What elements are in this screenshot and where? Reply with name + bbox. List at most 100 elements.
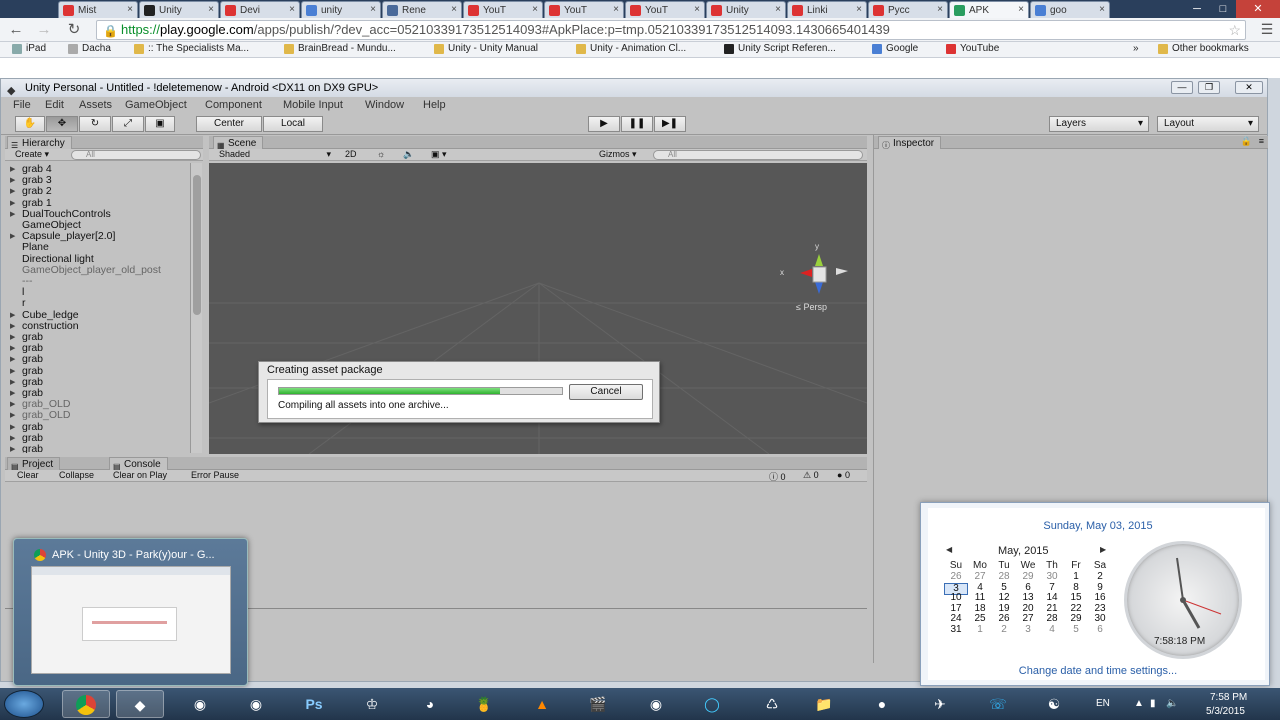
calendar-day[interactable]: 7: [1040, 582, 1064, 593]
calendar-day[interactable]: 6: [1016, 582, 1040, 593]
pivot-local-toggle[interactable]: Local: [263, 116, 323, 132]
calendar-day[interactable]: 31: [944, 625, 968, 635]
hierarchy-item[interactable]: r: [6, 298, 189, 309]
more-bookmarks-button[interactable]: »: [1133, 43, 1139, 54]
expand-arrow-icon[interactable]: ▶: [10, 354, 15, 365]
browser-tab[interactable]: Devi ×: [220, 1, 300, 18]
calendar-day[interactable]: 3: [1016, 625, 1040, 635]
scene-search-input[interactable]: All: [653, 150, 863, 160]
browser-tab[interactable]: Unity ×: [139, 1, 219, 18]
tab-close-icon[interactable]: ×: [613, 4, 619, 15]
expand-arrow-icon[interactable]: ▶: [10, 388, 15, 399]
bookmark-item[interactable]: Unity - Unity Manual: [434, 43, 538, 54]
taskbar-chrome-icon[interactable]: [62, 690, 110, 718]
expand-arrow-icon[interactable]: ▶: [10, 399, 15, 410]
calendar-day[interactable]: 11: [968, 593, 992, 603]
calendar-day[interactable]: 13: [1016, 593, 1040, 603]
hierarchy-scrollbar[interactable]: [190, 163, 202, 453]
effects-icon[interactable]: ▣ ▾: [431, 149, 447, 160]
bookmark-item[interactable]: YouTube: [946, 43, 999, 54]
browser-tab[interactable]: unity ×: [301, 1, 381, 18]
tab-close-icon[interactable]: ×: [370, 4, 376, 15]
hierarchy-item[interactable]: Directional light: [6, 253, 189, 265]
url-input[interactable]: 🔒 https://play.google.com/apps/publish/?…: [96, 20, 1246, 40]
taskbar-app-icon[interactable]: ♺: [748, 690, 796, 718]
shading-dropdown[interactable]: Shaded ▾: [219, 149, 331, 159]
expand-arrow-icon[interactable]: ▶: [10, 231, 15, 242]
console-collapse-button[interactable]: Collapse: [59, 470, 94, 480]
expand-arrow-icon[interactable]: ▶: [10, 209, 15, 220]
calendar-day[interactable]: 14: [1040, 593, 1064, 603]
audio-icon[interactable]: 🔈: [403, 149, 414, 160]
tab-project[interactable]: ▤ Project: [7, 457, 61, 471]
taskbar-skype-icon[interactable]: ☏: [974, 690, 1022, 718]
calendar-day[interactable]: 12: [992, 593, 1016, 603]
hand-tool-icon[interactable]: ✋: [15, 116, 45, 132]
language-indicator[interactable]: EN: [1096, 698, 1110, 709]
hierarchy-item[interactable]: ▶ grab 1: [6, 197, 189, 209]
hierarchy-item[interactable]: GameObject_player_old_post: [6, 264, 189, 276]
calendar-day[interactable]: 4: [1040, 625, 1064, 635]
bookmark-item[interactable]: :: The Specialists Ma...: [134, 43, 249, 54]
expand-arrow-icon[interactable]: ▶: [10, 198, 15, 209]
menu-assets[interactable]: Assets: [79, 97, 112, 113]
taskbar-app-icon[interactable]: ✈: [916, 690, 964, 718]
reload-icon[interactable]: ↻: [64, 20, 84, 40]
tray-date[interactable]: 5/3/2015: [1206, 706, 1245, 717]
menu-gameobject[interactable]: GameObject: [125, 97, 187, 113]
console-error-count[interactable]: ● 0: [837, 470, 850, 480]
star-icon[interactable]: ☆: [1228, 21, 1241, 39]
tab-close-icon[interactable]: ×: [451, 4, 457, 15]
tray-time[interactable]: 7:58 PM: [1210, 692, 1247, 703]
hierarchy-item[interactable]: ▶ grab: [6, 421, 189, 433]
taskbar-app-icon[interactable]: ●: [858, 690, 906, 718]
unity-restore-button[interactable]: ❐: [1198, 81, 1220, 94]
hierarchy-item[interactable]: ▶ grab_OLD: [6, 410, 189, 421]
expand-arrow-icon[interactable]: ▶: [10, 366, 15, 377]
tray-volume-icon[interactable]: 🔈: [1166, 698, 1178, 709]
calendar-day[interactable]: 2: [1088, 572, 1112, 582]
calendar-day[interactable]: 15: [1064, 593, 1088, 603]
calendar-prev-icon[interactable]: ◀: [946, 545, 952, 554]
calendar-day[interactable]: 29: [1064, 614, 1088, 624]
cancel-button[interactable]: Cancel: [569, 384, 643, 400]
calendar-day[interactable]: 19: [992, 603, 1016, 614]
rotate-tool-icon[interactable]: ↻: [79, 116, 111, 132]
tab-close-icon[interactable]: ×: [532, 4, 538, 15]
lighting-icon[interactable]: ☼: [377, 149, 385, 159]
taskbar-app-icon[interactable]: ◕: [406, 690, 454, 718]
bookmark-item[interactable]: Unity - Animation Cl...: [576, 43, 686, 54]
step-button[interactable]: ▶❚: [654, 116, 686, 132]
calendar-day[interactable]: 16: [1088, 593, 1112, 603]
hierarchy-create-button[interactable]: Create ▾: [15, 149, 49, 160]
menu-component[interactable]: Component: [205, 97, 262, 113]
browser-tab[interactable]: APK ×: [949, 1, 1029, 18]
taskbar-photoshop-icon[interactable]: Ps: [290, 690, 338, 718]
tab-scene[interactable]: ▦ Scene: [213, 136, 264, 150]
calendar-day[interactable]: 25: [968, 614, 992, 624]
hierarchy-item[interactable]: ▶ grab: [6, 444, 189, 454]
calendar-day[interactable]: 23: [1088, 603, 1112, 614]
expand-arrow-icon[interactable]: ▶: [10, 422, 15, 433]
calendar-day[interactable]: 27: [1016, 614, 1040, 624]
calendar-day[interactable]: 26: [944, 572, 968, 582]
tab-close-icon[interactable]: ×: [1099, 4, 1105, 15]
unity-close-button[interactable]: ✕: [1235, 81, 1263, 94]
other-bookmarks-button[interactable]: Other bookmarks: [1158, 43, 1249, 54]
unity-minimize-button[interactable]: —: [1171, 81, 1193, 94]
scrollbar-thumb[interactable]: [193, 175, 201, 315]
calendar-day[interactable]: 6: [1088, 625, 1112, 635]
hierarchy-item[interactable]: ---: [6, 276, 189, 287]
forward-icon[interactable]: →: [34, 20, 54, 40]
taskbar-vlc-icon[interactable]: ▲: [518, 690, 566, 718]
browser-tab[interactable]: Rene ×: [382, 1, 462, 18]
taskbar-explorer-icon[interactable]: 📁: [800, 690, 848, 718]
tray-show-hidden-icon[interactable]: ▲: [1134, 698, 1144, 709]
calendar-full-date[interactable]: Sunday, May 03, 2015: [928, 520, 1268, 532]
calendar-day[interactable]: 17: [944, 603, 968, 614]
layout-dropdown[interactable]: Layout ▾: [1157, 116, 1259, 132]
move-tool-icon[interactable]: ✥: [46, 116, 78, 132]
bookmark-item[interactable]: Google: [872, 43, 918, 54]
tab-hierarchy[interactable]: ☰ Hierarchy: [7, 136, 72, 150]
change-date-settings-link[interactable]: Change date and time settings...: [928, 665, 1268, 677]
